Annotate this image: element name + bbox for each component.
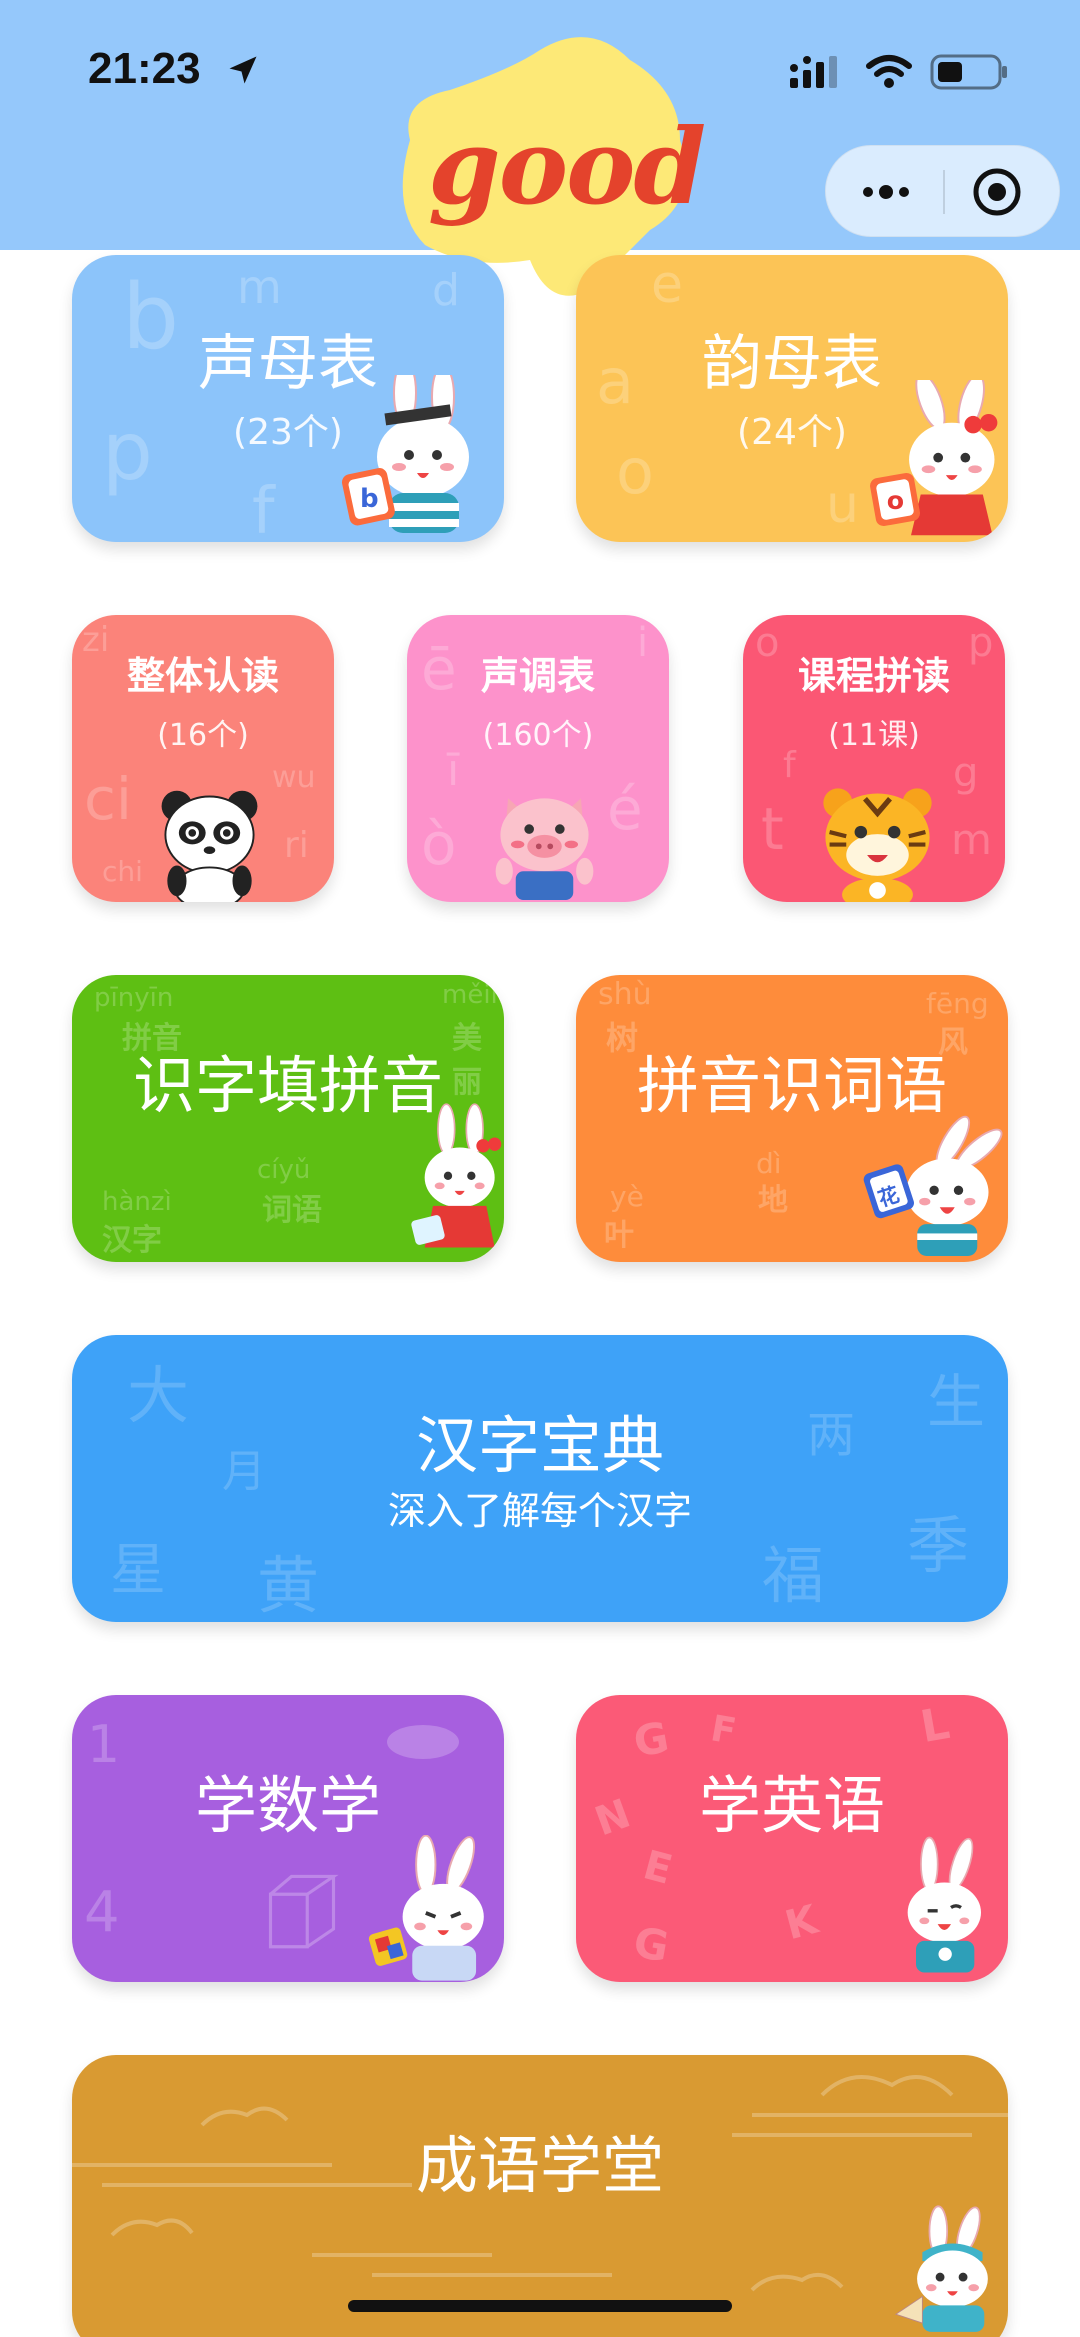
decor-text: pīnyīn (94, 983, 174, 1013)
decor-letter: f (252, 475, 275, 542)
app-logo-text: good (428, 105, 706, 228)
wifi-icon (866, 55, 912, 88)
card-course-reading[interactable]: o p f t g m 课程拼读 (11课) (743, 615, 1005, 902)
decor-text: 词语 (262, 1193, 322, 1228)
decor-letter: e (651, 255, 683, 315)
target-icon[interactable] (971, 166, 1023, 218)
decor-letter: m (237, 260, 282, 314)
decor-letter: K (780, 1896, 823, 1950)
decor-letter: t (761, 795, 784, 863)
card-title: 拼音识词语 (636, 1049, 947, 1122)
card-title: 整体认读 (126, 654, 279, 698)
bunny-mascot (368, 1835, 484, 1981)
card-count: (16个) (157, 718, 249, 753)
card-count: (160个) (482, 718, 594, 753)
decor-text: cíyǔ (257, 1155, 311, 1185)
bunny-mascot (411, 1103, 502, 1248)
card-dictionary[interactable]: 大 月 星 黄 两 生 福 季 汉字宝典 深入了解每个汉字 (72, 1335, 1008, 1622)
card-title: 成语学堂 (415, 2129, 664, 2202)
more-dots-icon[interactable] (856, 176, 916, 208)
card-title: 学数学 (194, 1769, 381, 1842)
decor-letter: u (826, 475, 859, 535)
card-subtitle: 深入了解每个汉字 (387, 1489, 692, 1533)
decor-text: 地 (758, 1183, 788, 1218)
decor-letter: E (638, 1842, 677, 1894)
decor-letter: ri (284, 825, 309, 866)
badge-letter: b (360, 484, 379, 514)
decor-text: shù (598, 977, 652, 1012)
card-finals[interactable]: e a o u 韵母表 (24个) o (576, 255, 1008, 542)
decor-letter: wu (272, 760, 316, 795)
decor-text: fēng (926, 987, 989, 1020)
mini-program-capsule (825, 145, 1060, 237)
decor-text: 叶 (604, 1218, 634, 1253)
badge-letter: o (887, 486, 904, 515)
decor-letter: ci (84, 765, 133, 833)
decor-text: měilì (442, 980, 504, 1010)
bunny-mascot (894, 2205, 988, 2332)
card-title: 汉字宝典 (415, 1409, 664, 1482)
bunny-mascot: b (341, 375, 469, 533)
panda-mascot (161, 790, 258, 902)
card-idioms[interactable]: 成语学堂 (72, 2055, 1008, 2337)
bunny-mascot (907, 1836, 981, 1973)
bunny-mascot: o (870, 380, 998, 536)
decor-letter: g (953, 750, 979, 796)
cube-decor (268, 1874, 339, 1949)
card-fill-pinyin[interactable]: pīnyīn 拼音 měilì 美丽 cíyǔ 词语 hànzì 汉字 识字填拼… (72, 975, 504, 1262)
decor-digit: 4 (84, 1880, 120, 1945)
decor-char: 星 (110, 1538, 166, 1603)
signal-icon (790, 56, 837, 88)
decor-text: 汉字 (102, 1223, 162, 1258)
decor-letter: L (916, 1697, 954, 1754)
status-time: 21:23 (88, 44, 201, 93)
decor-letter: m (951, 815, 992, 864)
location-arrow-icon (229, 56, 257, 84)
decor-letter: é (607, 775, 643, 843)
tiger-mascot (823, 788, 932, 902)
decor-text: yè (610, 1180, 644, 1213)
decor-letter: chi (102, 855, 143, 888)
card-initials[interactable]: b m d p f 声母表 (23个) b (72, 255, 504, 542)
decor-char: 黄 (257, 1549, 320, 1622)
card-pinyin-words[interactable]: shù 树 fēng 风 dì 地 yè 叶 拼音识词语 花 (576, 975, 1008, 1262)
pig-mascot (495, 798, 594, 900)
decor-letter: ò (421, 810, 457, 878)
card-count: (11课) (828, 718, 920, 753)
card-title: 课程拼读 (797, 654, 950, 698)
battery-icon (930, 54, 1007, 90)
card-english[interactable]: G F L N E K G 学英语 (576, 1695, 1008, 1982)
bunny-mascot: 花 (863, 1115, 1003, 1256)
card-math[interactable]: 1 4 学数学 (72, 1695, 504, 1982)
decor-char: 福 (762, 1539, 825, 1612)
card-title: 声调表 (480, 654, 595, 698)
decor-text: hànzì (102, 1187, 172, 1217)
card-whole-reading[interactable]: zi ci chi wu ri 整体认读 (16个) (72, 615, 334, 902)
home-indicator[interactable] (348, 2300, 732, 2312)
capsule-divider (943, 170, 945, 214)
decor-letter: F (707, 1708, 739, 1753)
decor-letter: d (432, 265, 460, 316)
card-tones[interactable]: ē i ī ò é 声调表 (160个) (407, 615, 669, 902)
decor-letter: G (630, 1917, 673, 1972)
decor-ellipse (387, 1725, 459, 1759)
